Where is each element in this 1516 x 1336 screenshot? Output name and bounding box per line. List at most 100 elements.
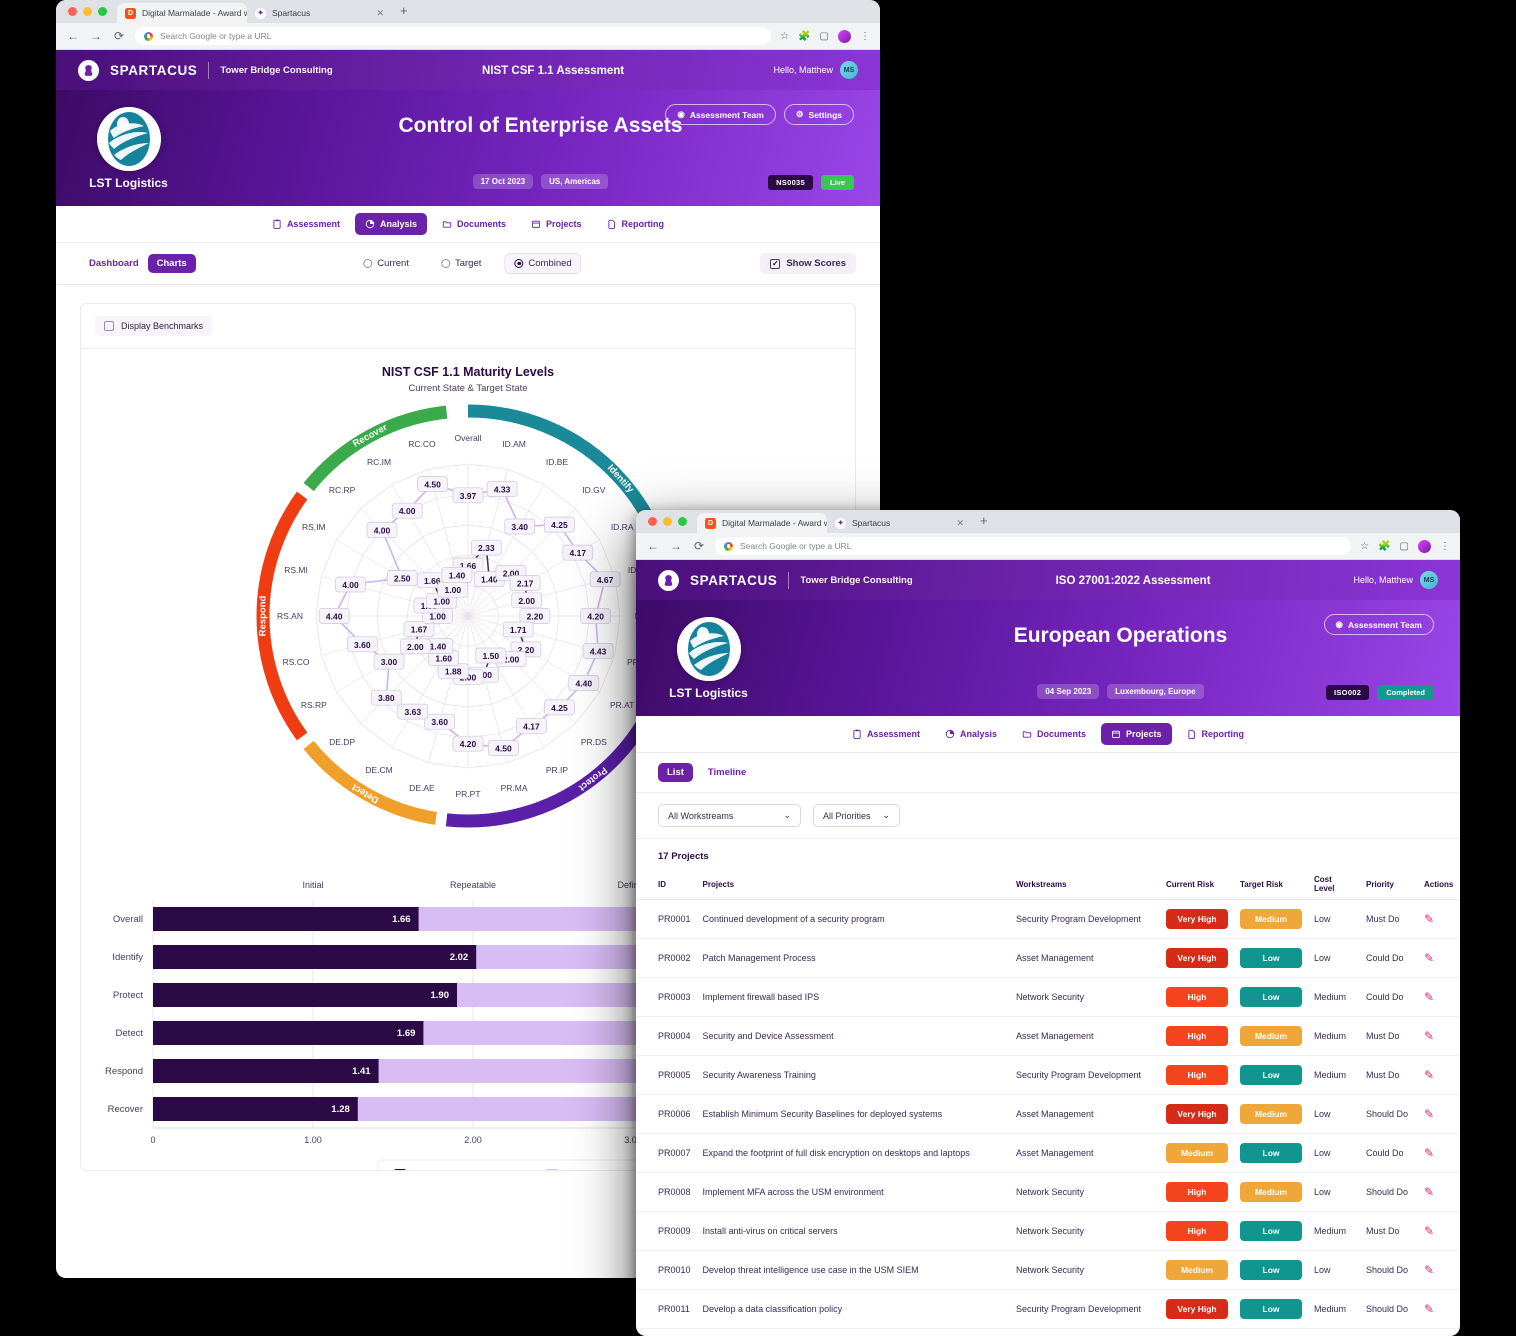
- edit-pencil-icon[interactable]: ✎: [1424, 990, 1434, 1004]
- brand-lockup[interactable]: SPARTACUS Tower Bridge Consulting: [78, 59, 333, 81]
- edit-pencil-icon[interactable]: ✎: [1424, 1263, 1434, 1277]
- brand-lockup[interactable]: SPARTACUS Tower Bridge Consulting: [658, 569, 913, 591]
- table-row[interactable]: PR0010 Develop threat intelligence use ca…: [636, 1250, 1460, 1290]
- cell-actions[interactable]: ✎: [1418, 1055, 1460, 1095]
- show-scores-toggle[interactable]: ✓ Show Scores: [760, 253, 856, 274]
- side-panel-icon[interactable]: ▢: [820, 31, 829, 42]
- browser-tab-0[interactable]: D Digital Marmalade - Award wi... ✕: [117, 3, 247, 23]
- profile-avatar-icon[interactable]: [838, 29, 851, 43]
- maximize-window-button[interactable]: [98, 7, 107, 16]
- close-window-button[interactable]: [648, 517, 657, 526]
- cell-actions[interactable]: ✎: [1418, 1094, 1460, 1134]
- kebab-menu-icon[interactable]: ⋮: [1440, 541, 1450, 552]
- app-nav-tabs[interactable]: Assessment Analysis Documents Projects R…: [636, 716, 1460, 753]
- puzzle-icon[interactable]: 🧩: [1378, 541, 1390, 552]
- table-row[interactable]: PR0008 Implement MFA across the USM envir…: [636, 1172, 1460, 1212]
- cell-actions[interactable]: ✎: [1418, 1016, 1460, 1056]
- radio-target[interactable]: Target: [432, 254, 490, 273]
- dashboard-button[interactable]: Dashboard: [80, 254, 148, 273]
- edit-pencil-icon[interactable]: ✎: [1424, 1029, 1434, 1043]
- tab-reporting[interactable]: Reporting: [597, 213, 675, 235]
- analysis-toolbar[interactable]: Dashboard Charts Current Target Combined…: [56, 243, 880, 285]
- view-tab-list[interactable]: List: [658, 763, 693, 782]
- user-greeting[interactable]: Hello, Matthew MS: [1353, 571, 1438, 589]
- browser-toolbar-actions[interactable]: ☆ 🧩 ▢ ⋮: [780, 29, 870, 43]
- cell-actions[interactable]: ✎: [1418, 1328, 1460, 1336]
- projects-filters[interactable]: All Workstreams ⌄ All Priorities ⌄: [636, 793, 1460, 839]
- cell-actions[interactable]: ✎: [1418, 977, 1460, 1017]
- table-row[interactable]: PR0003 Implement firewall based IPS Networ…: [636, 977, 1460, 1017]
- cell-actions[interactable]: ✎: [1418, 1250, 1460, 1290]
- table-row[interactable]: PR0005 Security Awareness Training Securit…: [636, 1055, 1460, 1095]
- table-row[interactable]: PR0006 Establish Minimum Security Baselin…: [636, 1094, 1460, 1134]
- table-row[interactable]: PR0011 Develop a data classification poli…: [636, 1289, 1460, 1329]
- avatar[interactable]: MS: [1420, 571, 1438, 589]
- radio-current[interactable]: Current: [354, 254, 418, 273]
- hero-actions[interactable]: ◉ Assessment Team: [1323, 614, 1434, 635]
- tab-projects[interactable]: Projects: [521, 213, 592, 235]
- window-traffic-lights[interactable]: [646, 510, 697, 533]
- state-radio-group[interactable]: Current Target Combined: [354, 253, 582, 274]
- hero-actions[interactable]: ◉ Assessment Team ⚙ Settings: [665, 104, 854, 125]
- settings-button[interactable]: ⚙ Settings: [783, 104, 854, 125]
- assessment-team-button[interactable]: ◉ Assessment Team: [1323, 614, 1434, 635]
- edit-pencil-icon[interactable]: ✎: [1424, 1185, 1434, 1199]
- tab-assessment[interactable]: Assessment: [262, 213, 350, 235]
- reload-icon[interactable]: ⟳: [112, 29, 126, 43]
- browser-tab-strip[interactable]: D Digital Marmalade - Award wi... ✕ ✦ Sp…: [56, 0, 880, 23]
- cell-actions[interactable]: ✎: [1418, 899, 1460, 939]
- browser-toolbar[interactable]: ← → ⟳ Search Google or type a URL ☆ 🧩 ▢ …: [636, 533, 1460, 560]
- tab-reporting[interactable]: Reporting: [1177, 723, 1255, 745]
- browser-window-projects[interactable]: D Digital Marmalade - Award wi... ✕ ✦ Sp…: [636, 510, 1460, 1336]
- edit-pencil-icon[interactable]: ✎: [1424, 1068, 1434, 1082]
- app-nav-tabs[interactable]: Assessment Analysis Documents Projects R…: [56, 206, 880, 243]
- maximize-window-button[interactable]: [678, 517, 687, 526]
- cell-actions[interactable]: ✎: [1418, 1289, 1460, 1329]
- avatar[interactable]: MS: [840, 61, 858, 79]
- edit-pencil-icon[interactable]: ✎: [1424, 951, 1434, 965]
- cell-actions[interactable]: ✎: [1418, 1211, 1460, 1251]
- profile-avatar-icon[interactable]: [1418, 539, 1431, 553]
- user-greeting[interactable]: Hello, Matthew MS: [773, 61, 858, 79]
- minimize-window-button[interactable]: [83, 7, 92, 16]
- edit-pencil-icon[interactable]: ✎: [1424, 1107, 1434, 1121]
- charts-button[interactable]: Charts: [147, 254, 196, 273]
- browser-toolbar-actions[interactable]: ☆ 🧩 ▢ ⋮: [1360, 539, 1450, 553]
- window-traffic-lights[interactable]: [66, 0, 117, 23]
- tab-analysis[interactable]: Analysis: [935, 723, 1007, 745]
- priority-filter-select[interactable]: All Priorities ⌄: [813, 804, 901, 827]
- tab-documents[interactable]: Documents: [432, 213, 516, 235]
- workstream-filter-select[interactable]: All Workstreams ⌄: [658, 804, 801, 827]
- back-arrow-icon[interactable]: ←: [66, 29, 80, 43]
- table-row[interactable]: PR0007 Expand the footprint of full disk …: [636, 1133, 1460, 1173]
- display-benchmarks-toggle[interactable]: Display Benchmarks: [95, 316, 213, 336]
- edit-pencil-icon[interactable]: ✎: [1424, 1224, 1434, 1238]
- radio-combined[interactable]: Combined: [504, 253, 582, 274]
- side-panel-icon[interactable]: ▢: [1400, 541, 1409, 552]
- reload-icon[interactable]: ⟳: [692, 539, 706, 553]
- tab-documents[interactable]: Documents: [1012, 723, 1096, 745]
- kebab-menu-icon[interactable]: ⋮: [860, 31, 870, 42]
- edit-pencil-icon[interactable]: ✎: [1424, 912, 1434, 926]
- tab-projects[interactable]: Projects: [1101, 723, 1172, 745]
- cell-actions[interactable]: ✎: [1418, 938, 1460, 978]
- browser-tab-1[interactable]: ✦ Spartacus ✕: [247, 3, 392, 23]
- edit-pencil-icon[interactable]: ✎: [1424, 1302, 1434, 1316]
- tab-assessment[interactable]: Assessment: [842, 723, 930, 745]
- bookmark-star-icon[interactable]: ☆: [1360, 541, 1369, 552]
- minimize-window-button[interactable]: [663, 517, 672, 526]
- edit-pencil-icon[interactable]: ✎: [1424, 1146, 1434, 1160]
- close-window-button[interactable]: [68, 7, 77, 16]
- new-tab-button[interactable]: +: [392, 3, 416, 20]
- browser-tab-strip[interactable]: D Digital Marmalade - Award wi... ✕ ✦ Sp…: [636, 510, 1460, 533]
- cell-actions[interactable]: ✎: [1418, 1133, 1460, 1173]
- table-row[interactable]: PR0004 Security and Device Assessment Asse…: [636, 1016, 1460, 1056]
- browser-toolbar[interactable]: ← → ⟳ Search Google or type a URL ☆ 🧩 ▢ …: [56, 23, 880, 50]
- back-arrow-icon[interactable]: ←: [646, 539, 660, 553]
- address-bar[interactable]: Search Google or type a URL: [715, 537, 1352, 555]
- projects-view-tabs[interactable]: List Timeline: [636, 753, 1460, 793]
- forward-arrow-icon[interactable]: →: [89, 29, 103, 43]
- table-row[interactable]: PR0012Expand security team to augment cu…: [636, 1328, 1460, 1336]
- bookmark-star-icon[interactable]: ☆: [780, 31, 789, 42]
- table-row[interactable]: PR0002 Patch Management Process Asset Mana…: [636, 938, 1460, 978]
